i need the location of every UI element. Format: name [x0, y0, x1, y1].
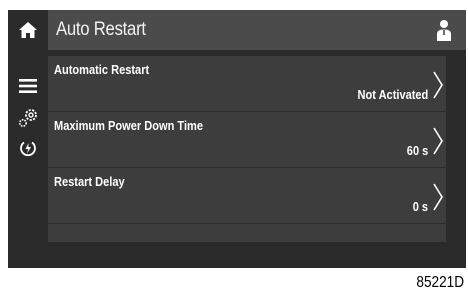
empty-row: [48, 224, 446, 242]
power-icon: [20, 141, 36, 157]
setting-label: Automatic Restart: [54, 62, 150, 77]
setting-row-maximum-power-down-time[interactable]: Maximum Power Down Time 60 s: [48, 112, 446, 168]
power-button[interactable]: [8, 134, 48, 162]
figure-id: 85221D: [416, 274, 464, 291]
chevron-right-icon: [433, 127, 443, 155]
settings-button[interactable]: [8, 104, 48, 132]
setting-value: 0 s: [412, 199, 428, 214]
sidebar: [8, 10, 48, 268]
user-icon[interactable]: [434, 18, 454, 42]
settings-list: Automatic Restart Not Activated Maximum …: [48, 56, 446, 258]
home-icon: [19, 22, 37, 38]
menu-icon: [19, 79, 37, 93]
menu-button[interactable]: [8, 72, 48, 100]
setting-value: Not Activated: [357, 87, 428, 102]
setting-value: 60 s: [406, 143, 428, 158]
chevron-right-icon: [433, 183, 443, 211]
settings-gear-icon: [18, 109, 37, 128]
header-bar: Auto Restart: [48, 10, 466, 50]
setting-label: Restart Delay: [54, 174, 125, 189]
page-title: Auto Restart: [56, 19, 146, 40]
setting-label: Maximum Power Down Time: [54, 118, 204, 133]
home-button[interactable]: [8, 10, 48, 50]
setting-row-restart-delay[interactable]: Restart Delay 0 s: [48, 168, 446, 224]
setting-row-automatic-restart[interactable]: Automatic Restart Not Activated: [48, 56, 446, 112]
chevron-right-icon: [433, 71, 443, 99]
